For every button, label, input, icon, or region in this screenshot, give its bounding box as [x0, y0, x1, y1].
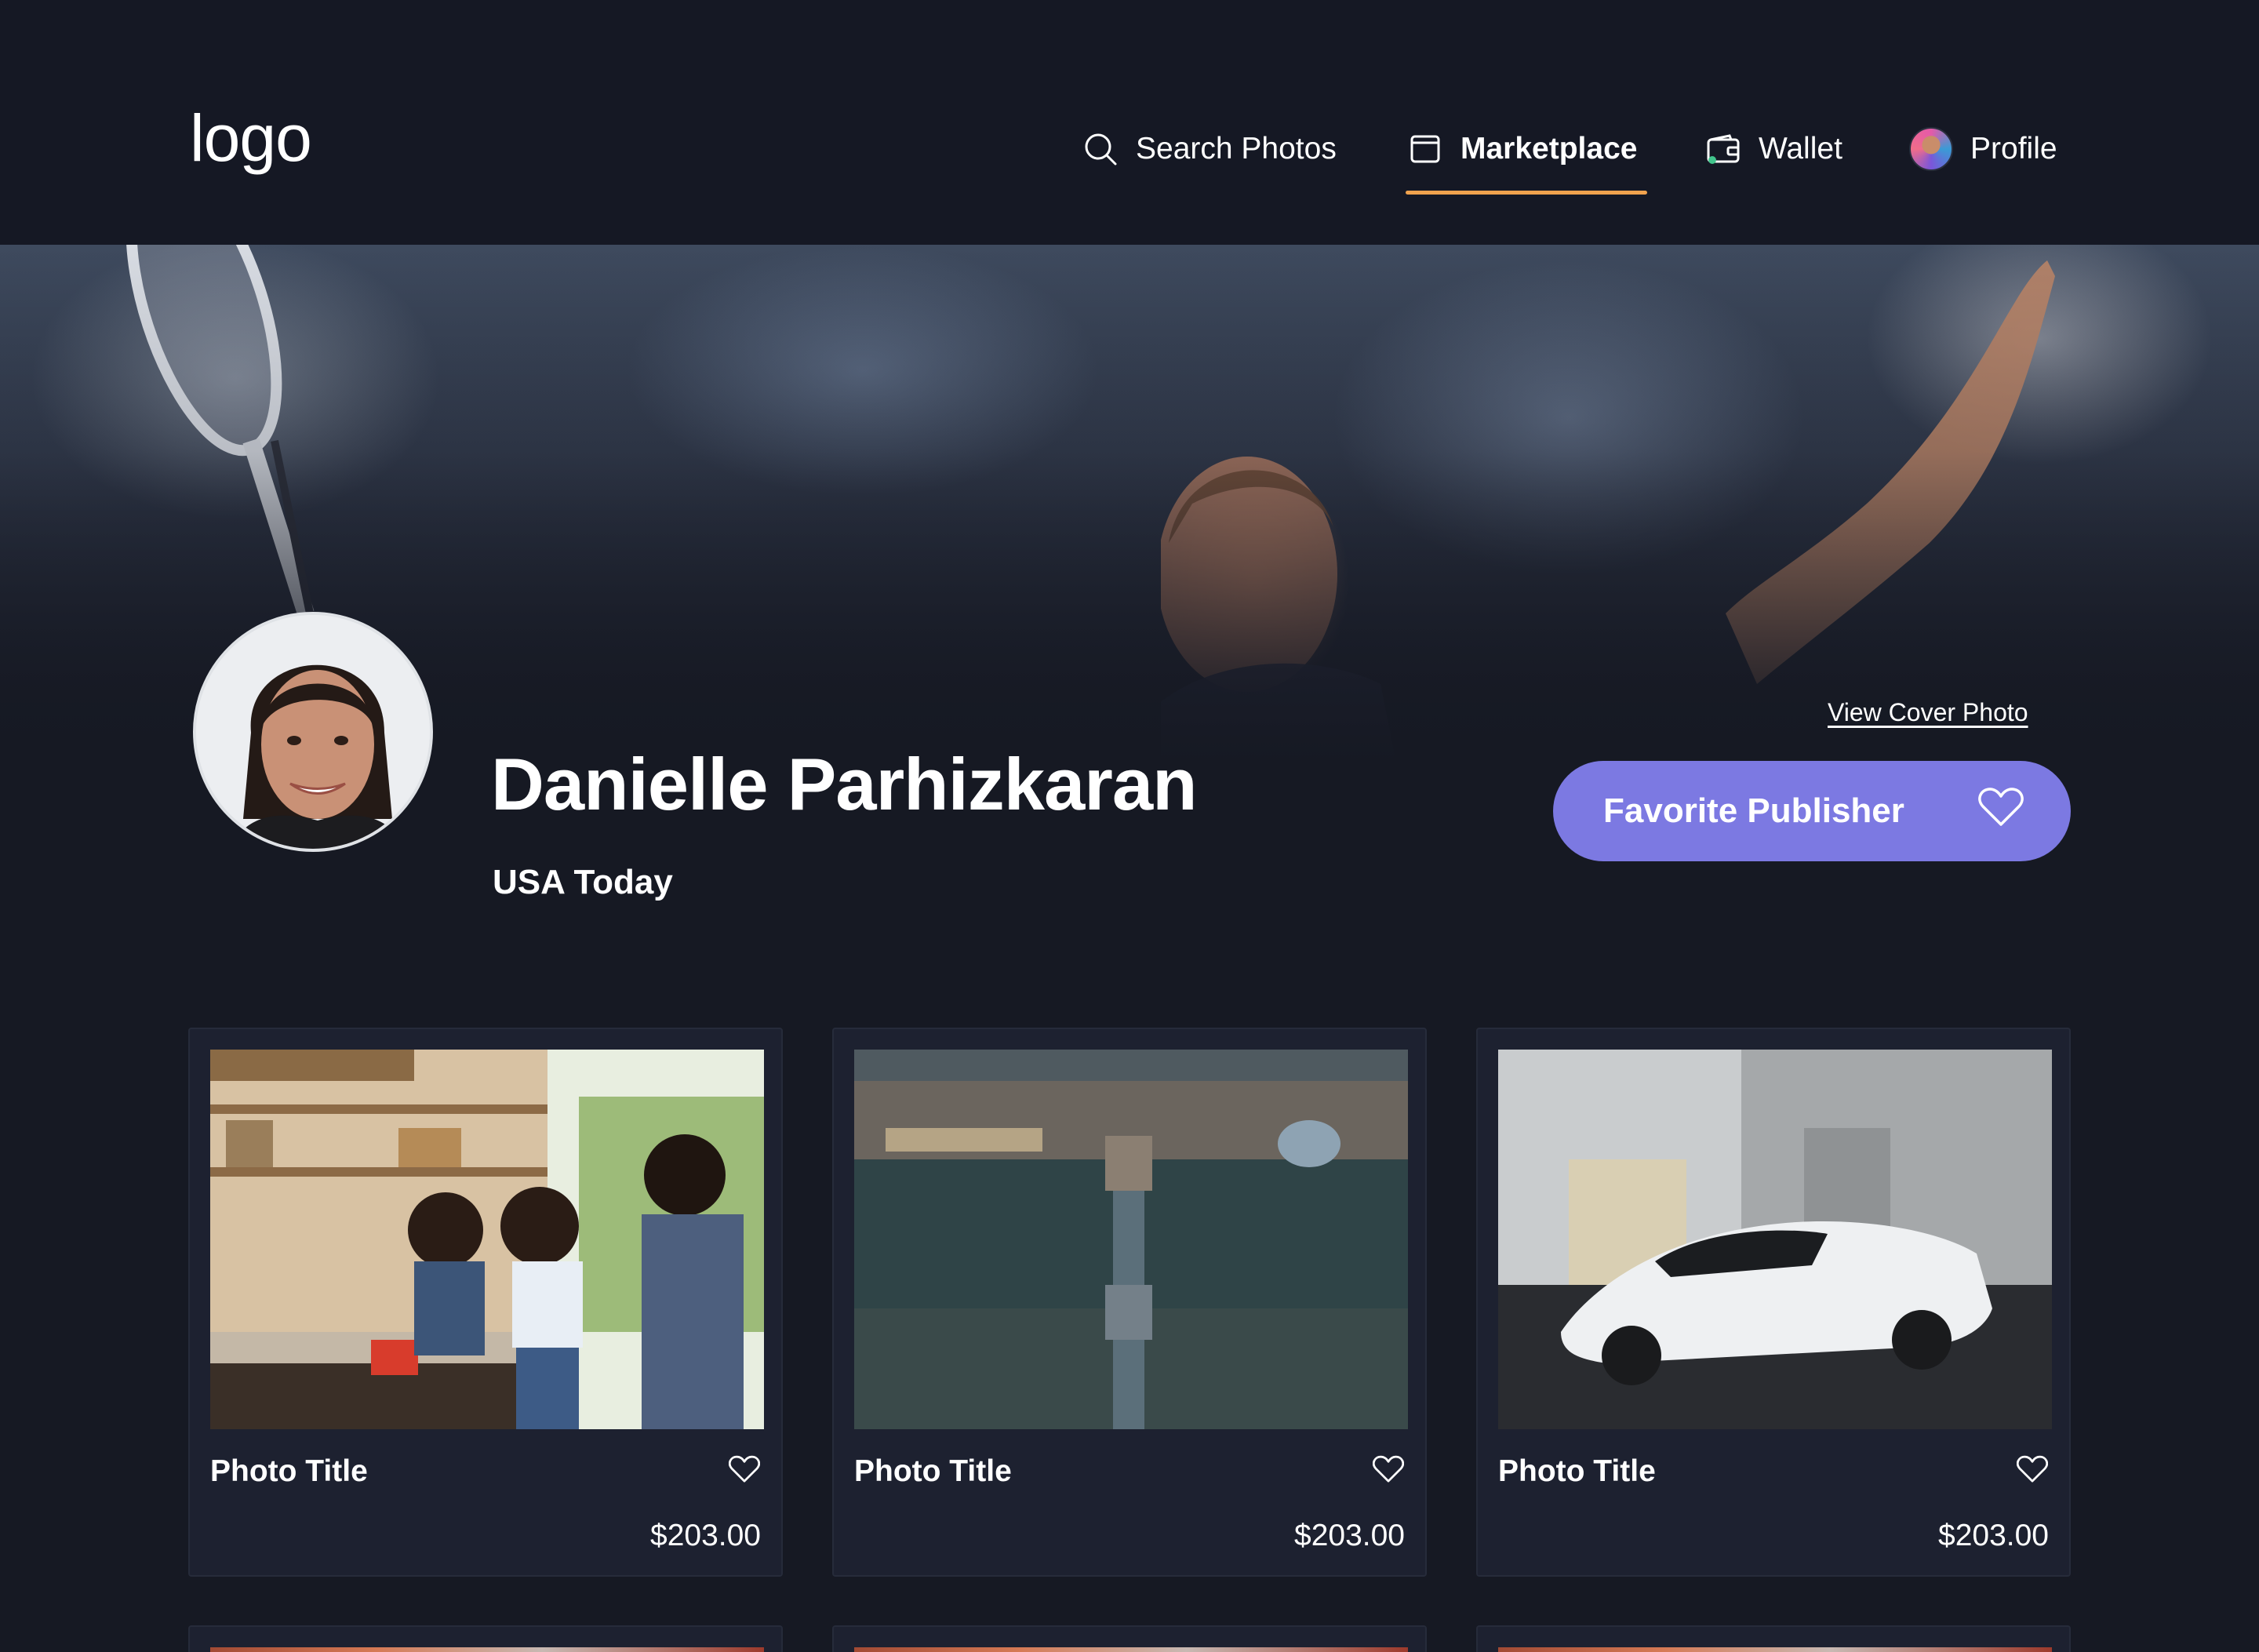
- nav-label: Wallet: [1759, 132, 1842, 166]
- nav-label: Marketplace: [1461, 132, 1638, 166]
- nav-label: Profile: [1970, 132, 2057, 166]
- nav-wallet[interactable]: Wallet: [1705, 118, 1842, 180]
- heart-icon[interactable]: [1369, 1450, 1408, 1489]
- top-navigation-bar: logo Search Photos Marketplace Wallet Pr…: [0, 0, 2259, 245]
- marketplace-icon: [1407, 131, 1443, 167]
- kitchen-scene: [210, 1050, 764, 1429]
- photo-title: Photo Title: [854, 1454, 1012, 1488]
- search-icon: [1082, 131, 1119, 167]
- nav-marketplace[interactable]: Marketplace: [1407, 118, 1637, 180]
- publisher-avatar: [193, 612, 433, 852]
- photo-card[interactable]: Photo Title $203.00: [1476, 1028, 2071, 1577]
- view-cover-photo-link[interactable]: View Cover Photo: [1828, 698, 2028, 727]
- photo-card[interactable]: Photo Title $203.00: [832, 1028, 1427, 1577]
- nav-search-photos[interactable]: Search Photos: [1082, 118, 1337, 180]
- heart-icon: [1978, 787, 2024, 836]
- photo-card-partial[interactable]: [188, 1625, 783, 1652]
- logo[interactable]: logo: [190, 100, 312, 176]
- photo-tower-bridge-aerial[interactable]: [854, 1050, 1408, 1429]
- wallet-icon: [1705, 131, 1741, 167]
- heart-icon[interactable]: [725, 1450, 764, 1489]
- photo-card[interactable]: Photo Title $203.00: [188, 1028, 783, 1577]
- sports-car-scene: [1498, 1050, 2052, 1429]
- avatar: [1909, 127, 1953, 171]
- photo-card-partial[interactable]: [832, 1625, 1427, 1652]
- nav-label: Search Photos: [1136, 132, 1337, 166]
- city-river-scene: [854, 1050, 1408, 1429]
- photo-title: Photo Title: [210, 1454, 368, 1488]
- portrait-image: [196, 615, 430, 849]
- photo-thumbnail-partial: [210, 1647, 764, 1652]
- photo-family-kitchen[interactable]: [210, 1050, 764, 1429]
- favorite-publisher-button[interactable]: Favorite Publisher: [1553, 761, 2071, 861]
- active-tab-indicator: [1406, 191, 1647, 195]
- photo-card-partial[interactable]: [1476, 1625, 2071, 1652]
- photo-thumbnail-partial: [854, 1647, 1408, 1652]
- photo-thumbnail-partial: [1498, 1647, 2052, 1652]
- nav-profile[interactable]: Profile: [1909, 118, 2057, 180]
- publisher-organization: USA Today: [493, 863, 673, 901]
- favorite-publisher-label: Favorite Publisher: [1603, 791, 1904, 830]
- photo-white-sports-car[interactable]: [1498, 1050, 2052, 1429]
- photo-price: $203.00: [1294, 1519, 1405, 1552]
- photo-price: $203.00: [1938, 1519, 2049, 1552]
- publisher-name: Danielle Parhizkaran: [491, 743, 1198, 825]
- photo-price: $203.00: [650, 1519, 761, 1552]
- photo-title: Photo Title: [1498, 1454, 1656, 1488]
- heart-icon[interactable]: [2013, 1450, 2052, 1489]
